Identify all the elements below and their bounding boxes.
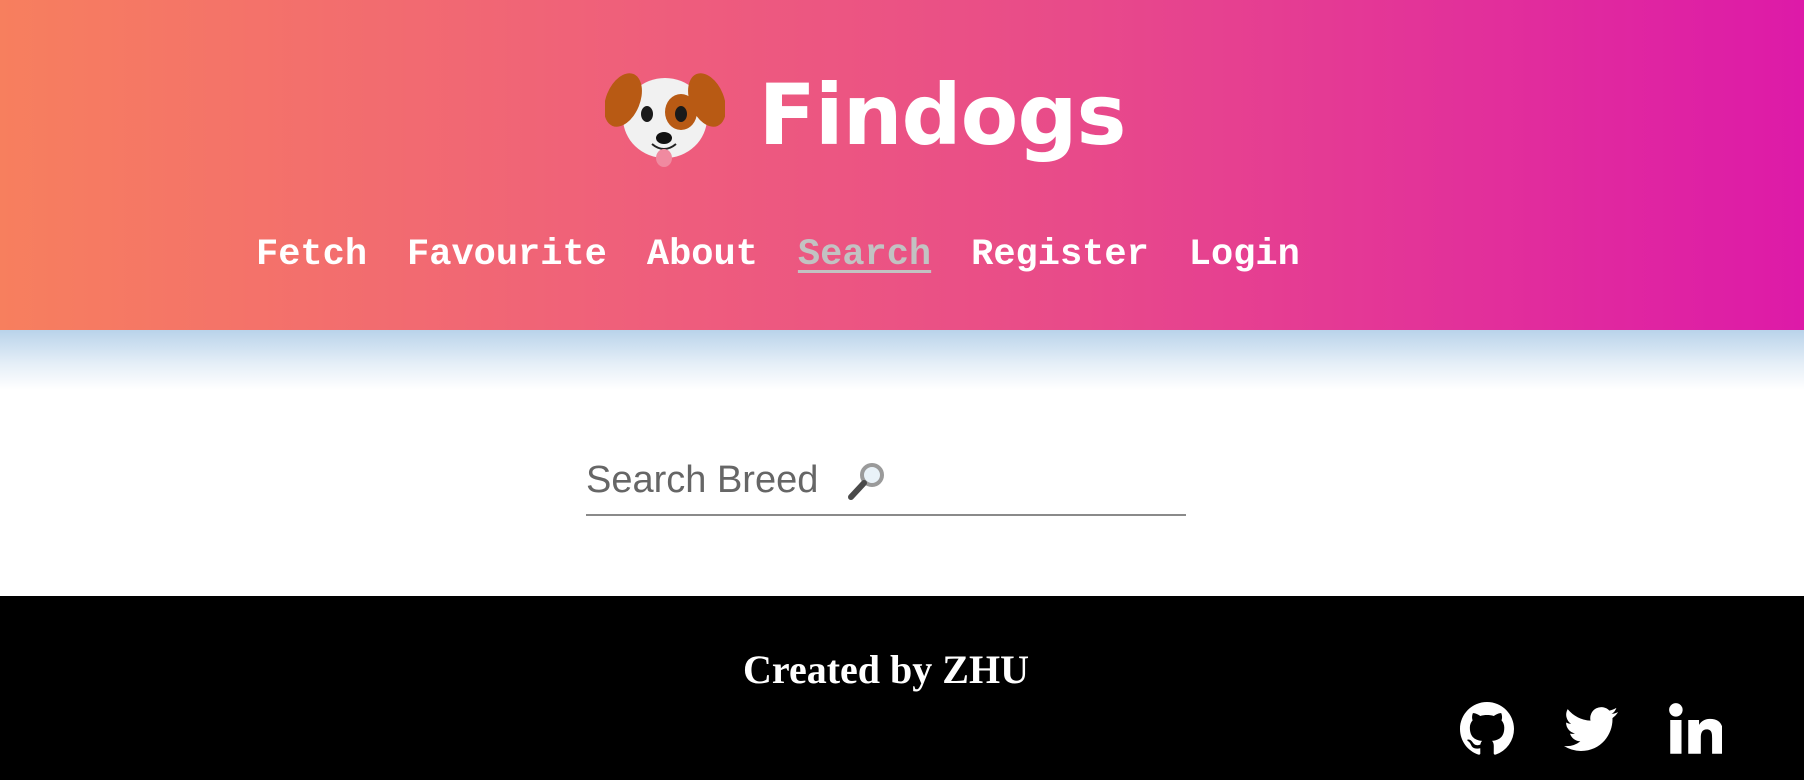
twitter-link[interactable] xyxy=(1564,702,1618,756)
nav-login[interactable]: Login xyxy=(1189,234,1300,276)
dog-face-icon xyxy=(604,73,725,167)
site-footer: Created by ZHU xyxy=(0,596,1804,780)
github-icon xyxy=(1460,702,1514,755)
search-input[interactable] xyxy=(586,452,1186,508)
social-links xyxy=(1460,702,1722,756)
nav-fetch[interactable]: Fetch xyxy=(256,234,367,276)
main-nav: Fetch Favourite About Search Register Lo… xyxy=(256,234,1300,276)
nav-register[interactable]: Register xyxy=(971,234,1149,276)
nav-search[interactable]: Search xyxy=(798,234,931,276)
site-header: Findogs Fetch Favourite About Search Reg… xyxy=(0,0,1804,330)
site-title: Findogs xyxy=(758,66,1127,164)
linkedin-link[interactable] xyxy=(1668,702,1722,756)
twitter-icon xyxy=(1564,707,1618,751)
brand-link[interactable]: Findogs xyxy=(604,60,1127,170)
search-field xyxy=(586,444,1186,516)
footer-credit: Created by ZHU xyxy=(743,647,1029,692)
nav-favourite[interactable]: Favourite xyxy=(407,234,607,276)
github-link[interactable] xyxy=(1460,702,1514,756)
nav-about[interactable]: About xyxy=(647,234,758,276)
brand: Findogs xyxy=(0,60,1804,170)
linkedin-icon xyxy=(1669,703,1722,754)
header-shadow xyxy=(0,330,1804,390)
